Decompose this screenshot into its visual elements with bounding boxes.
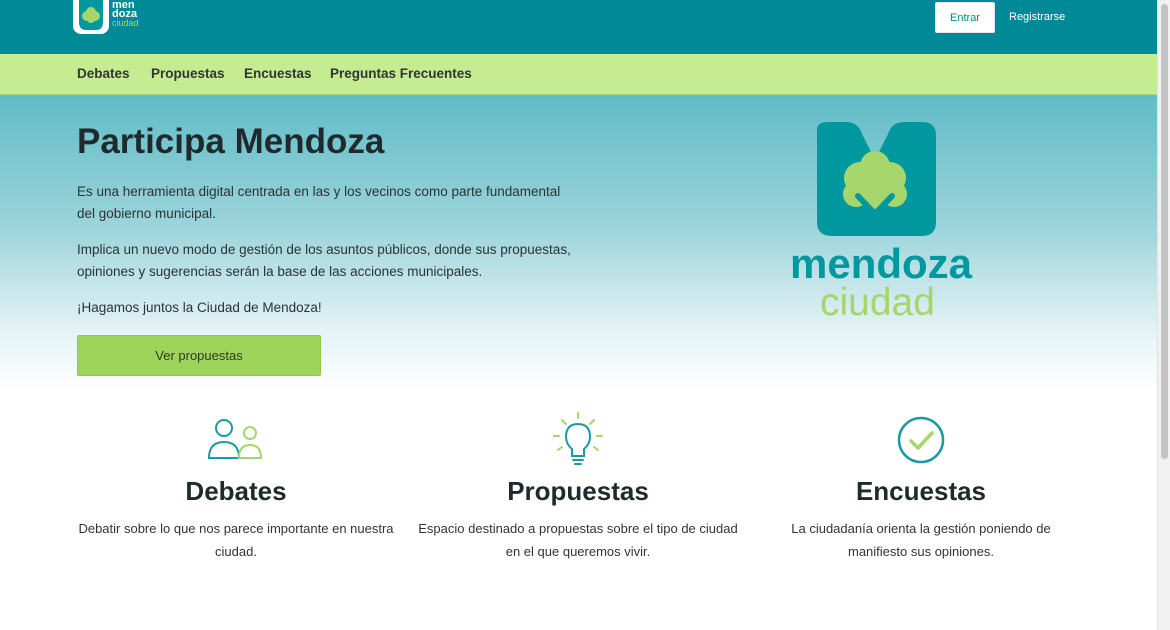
feature-encuestas: Encuestas La ciudadanía orienta la gesti… (761, 410, 1081, 563)
logo-text-ciudad: ciudad (820, 281, 935, 324)
page-scrollbar[interactable] (1157, 0, 1170, 630)
section-nav: Debates Propuestas Encuestas Preguntas F… (0, 54, 1157, 95)
feature-title-encuestas: Encuestas (855, 476, 987, 506)
hero-paragraph-2: Implica un nuevo modo de gestión de los … (77, 242, 571, 279)
feature-title-propuestas: Propuestas (507, 476, 649, 506)
lightbulb-icon (553, 412, 603, 465)
hero-title: Participa Mendoza (77, 122, 385, 161)
nav-item-propuestas[interactable]: Propuestas (151, 66, 225, 81)
logo-mark-icon (73, 0, 109, 34)
logo-word-ciudad: ciudad (112, 18, 139, 28)
register-link[interactable]: Registrarse (1009, 11, 1065, 23)
hero-paragraph-3: ¡Hagamos juntos la Ciudad de Mendoza! (77, 300, 322, 315)
nav-item-faq[interactable]: Preguntas Frecuentes (330, 66, 472, 81)
feature-text-encuestas: La ciudadanía orienta la gestión poniend… (791, 521, 1051, 559)
feature-text-propuestas: Espacio destinado a propuestas sobre el … (418, 521, 738, 559)
mendoza-ciudad-logo: mendoza ciudad (770, 118, 980, 328)
feature-title-debates: Debates (185, 476, 287, 506)
hero-paragraph-1: Es una herramienta digital centrada en l… (77, 184, 561, 221)
top-bar: men doza ciudad Entrar Registrarse (0, 0, 1157, 54)
login-button[interactable]: Entrar (935, 2, 995, 33)
logo-m-icon (817, 122, 936, 236)
feature-propuestas: Propuestas Espacio destinado a propuesta… (418, 410, 738, 563)
people-icon (207, 419, 263, 459)
feature-text-debates: Debatir sobre lo que nos parece importan… (78, 521, 394, 559)
view-proposals-button[interactable]: Ver propuestas (77, 335, 321, 376)
logo-wordmark: men doza ciudad (112, 0, 139, 28)
site-logo[interactable]: men doza ciudad (73, 0, 139, 34)
nav-item-encuestas[interactable]: Encuestas (244, 66, 312, 81)
scrollbar-thumb[interactable] (1161, 4, 1168, 459)
check-circle-icon (897, 416, 945, 464)
feature-debates: Debates Debatir sobre lo que nos parece … (76, 410, 396, 563)
nav-item-debates[interactable]: Debates (77, 66, 130, 81)
